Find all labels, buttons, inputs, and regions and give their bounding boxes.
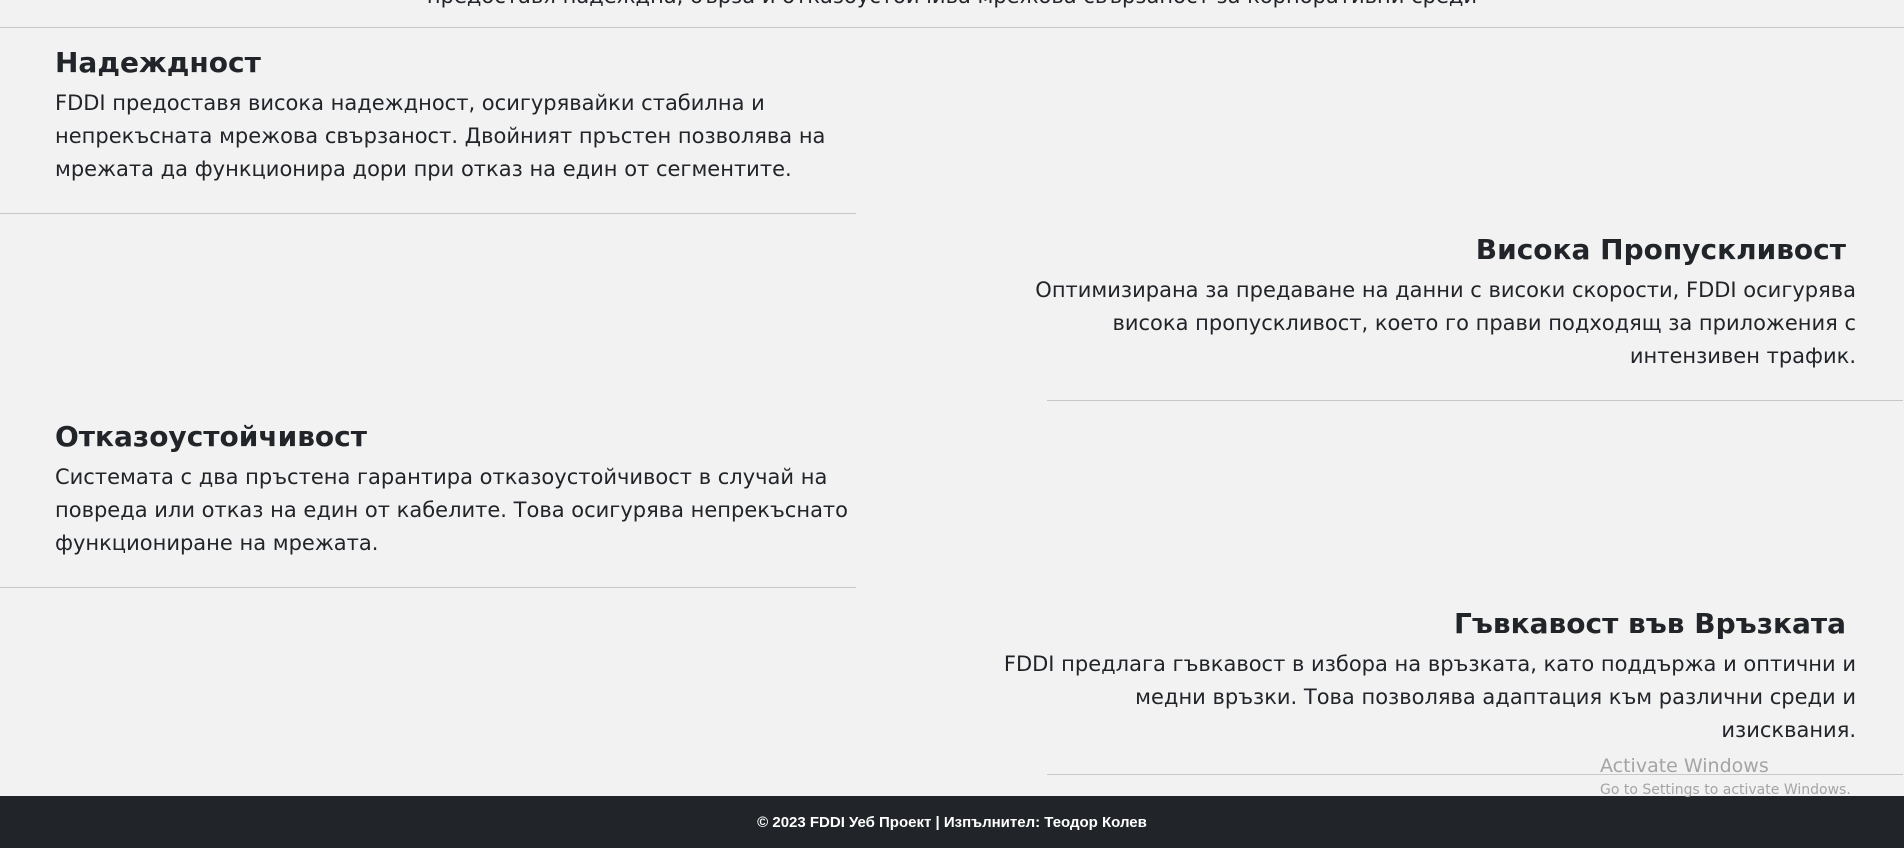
previous-section-text: предоставя надеждна, бърза и отказоустой… bbox=[0, 0, 1904, 8]
feature-title: Гъвкавост във Връзката bbox=[1454, 607, 1846, 640]
feature-description: Оптимизирана за предаване на данни с вис… bbox=[1035, 278, 1856, 368]
watermark-subtitle: Go to Settings to activate Windows. bbox=[1600, 782, 1851, 798]
feature-description: FDDI предоставя висока надеждност, осигу… bbox=[55, 91, 826, 181]
watermark-title: Activate Windows bbox=[1600, 755, 1769, 777]
feature-reliability: Надеждност FDDI предоставя висока надежд… bbox=[0, 27, 856, 214]
feature-description: FDDI предлага гъвкавост в избора на връз… bbox=[1003, 652, 1856, 742]
feature-title: Надеждност bbox=[55, 46, 261, 79]
feature-throughput: Висока Пропускливост Оптимизирана за пре… bbox=[1035, 214, 1903, 401]
feature-description: Системата с два пръстена гарантира отказ… bbox=[55, 465, 849, 555]
feature-title: Отказоустойчивост bbox=[55, 420, 367, 453]
activate-windows-watermark: Activate Windows Go to Settings to activ… bbox=[1600, 754, 1851, 800]
previous-section-bottom: предоставя надеждна, бърза и отказоустой… bbox=[0, 0, 1904, 28]
feature-title: Висока Пропускливост bbox=[1475, 233, 1846, 266]
feature-fault-tolerance: Отказоустойчивост Системата с два пръсте… bbox=[0, 401, 856, 588]
page-footer: © 2023 FDDI Уеб Проект | Изпълнител: Тео… bbox=[0, 796, 1904, 848]
feature-flexibility: Гъвкавост във Връзката FDDI предлага гъв… bbox=[1004, 588, 1903, 775]
footer-copyright: © 2023 FDDI Уеб Проект | Изпълнител: Тео… bbox=[757, 813, 1147, 831]
